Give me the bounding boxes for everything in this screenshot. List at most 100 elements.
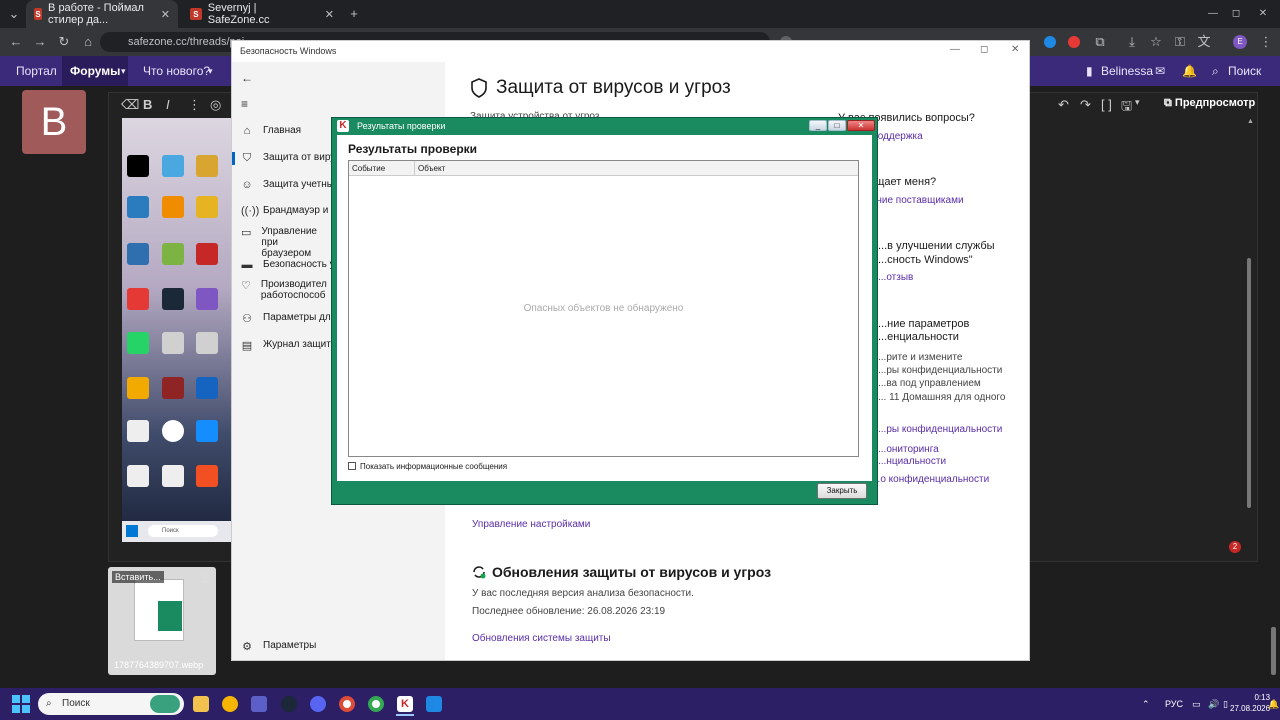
maximize-icon[interactable]: ◻ xyxy=(980,44,988,55)
tab-search-icon[interactable]: ⌄ xyxy=(6,6,22,22)
user-name[interactable]: Belinessa xyxy=(1101,56,1153,86)
feedback-link[interactable]: ...отзыв xyxy=(878,272,913,283)
minimize-icon[interactable]: _ xyxy=(809,120,827,131)
brackets-icon[interactable]: [ ] xyxy=(1101,97,1112,112)
nav-forums[interactable]: Форумы xyxy=(62,56,129,86)
minimize-icon[interactable]: — xyxy=(950,44,960,55)
translate-icon[interactable]: 文 xyxy=(1196,34,1212,50)
chrome-icon[interactable] xyxy=(339,696,355,712)
inbox-icon[interactable]: ✉ xyxy=(1155,56,1165,86)
editor-scrollbar[interactable]: ▲ xyxy=(1246,118,1254,538)
nav-whats-new[interactable]: Что нового? xyxy=(143,56,210,86)
active-app-indicator xyxy=(396,714,414,716)
steam-icon[interactable] xyxy=(281,696,297,712)
column-header-object[interactable]: Объект xyxy=(415,161,858,176)
bookmark-star-icon[interactable]: ☆ xyxy=(1148,34,1164,50)
close-tab-icon[interactable]: ✕ xyxy=(161,8,170,21)
undo-icon[interactable]: ↶ xyxy=(1058,97,1069,113)
nav-portal[interactable]: Портал xyxy=(16,56,57,86)
redo-icon[interactable]: ↷ xyxy=(1080,97,1091,113)
bell-icon[interactable]: 🔔 xyxy=(1182,56,1197,86)
key-icon[interactable]: ⚿ xyxy=(1172,34,1188,50)
volume-icon[interactable]: 🔊 xyxy=(1208,699,1219,710)
new-tab-button[interactable]: + xyxy=(346,6,362,22)
kaspersky-logo-icon: K xyxy=(337,120,349,132)
weather-icon[interactable] xyxy=(222,696,238,712)
privacy-settings-link[interactable]: ...ры конфиденциальности xyxy=(878,424,1002,435)
home-icon[interactable]: ⌂ xyxy=(80,34,96,50)
sidebar-item-app-browser[interactable]: ▭ Управление при браузером xyxy=(241,226,326,259)
eraser-icon[interactable]: ⌫ xyxy=(121,97,139,113)
reload-icon[interactable]: ↻ xyxy=(56,34,72,50)
kaspersky-icon[interactable]: K xyxy=(397,696,413,712)
browser-tab-1[interactable]: S В работе - Поймал стилер да... ✕ xyxy=(26,0,178,28)
menu-kebab-icon[interactable]: ⋮ xyxy=(1258,34,1274,50)
palette-icon[interactable]: ◎ xyxy=(210,97,221,113)
updates-title: Обновления защиты от вирусов и угроз xyxy=(472,564,771,580)
insert-attachment-button[interactable]: Вставить... xyxy=(112,571,164,583)
start-button[interactable] xyxy=(12,695,30,713)
minimize-icon[interactable]: — xyxy=(1205,6,1221,22)
save-draft-icon[interactable]: 🖫 xyxy=(1121,97,1132,119)
tray-chevron-up-icon[interactable]: ⌃ xyxy=(1142,699,1150,710)
profile-avatar[interactable]: E xyxy=(1233,35,1247,49)
maximize-icon[interactable]: ◻ xyxy=(1228,6,1244,22)
close-button[interactable]: Закрыть xyxy=(817,483,867,499)
back-icon[interactable]: ← xyxy=(8,34,24,50)
system-clock[interactable]: 0:13 27.08.2026 xyxy=(1230,692,1270,714)
close-icon[interactable]: ✕ xyxy=(1011,44,1019,55)
file-explorer-icon[interactable] xyxy=(193,696,209,712)
privacy-statement-link[interactable]: ...о конфиденциальности xyxy=(872,474,989,485)
extension-icon[interactable] xyxy=(1044,36,1056,48)
notification-badge[interactable]: 2 xyxy=(1229,541,1241,553)
teams-icon[interactable] xyxy=(251,696,267,712)
info-messages-label[interactable]: Показать информационные сообщения xyxy=(360,462,507,471)
manage-settings-link[interactable]: Управление настройками xyxy=(472,519,590,530)
search-icon[interactable]: ⌕ xyxy=(1212,56,1219,86)
italic-icon[interactable]: I xyxy=(166,97,170,112)
forum-search-link[interactable]: Поиск xyxy=(1228,56,1261,86)
delete-icon[interactable]: 🗑 xyxy=(198,571,212,584)
notifications-bell-icon[interactable]: 🔔 xyxy=(1268,699,1279,710)
defender-shield-icon[interactable] xyxy=(426,696,442,712)
close-window-icon[interactable]: ✕ xyxy=(1255,6,1271,22)
forward-icon[interactable]: → xyxy=(32,34,48,50)
bold-icon[interactable]: B xyxy=(143,97,152,112)
network-icon[interactable]: ▭ xyxy=(1192,699,1201,710)
updates-link[interactable]: Обновления системы защиты xyxy=(472,633,611,644)
chevron-down-icon[interactable]: ▾ xyxy=(1135,97,1140,108)
more-format-icon[interactable]: ⋮ xyxy=(188,97,201,113)
back-arrow-icon[interactable]: ← xyxy=(241,71,253,85)
hamburger-menu-icon[interactable]: ≡ xyxy=(241,97,248,111)
maximize-icon[interactable]: □ xyxy=(828,120,846,131)
download-icon[interactable]: ⤓ xyxy=(1124,34,1140,50)
search-icon: ⌕ xyxy=(46,698,52,709)
sidebar-item-settings[interactable]: ⚙ Параметры xyxy=(241,640,441,653)
column-header-event[interactable]: Событие xyxy=(349,161,415,176)
sidebar-item-performance[interactable]: ♡ Производител работоспособ xyxy=(241,279,336,301)
winrar-icon xyxy=(162,377,184,399)
user-avatar-icon[interactable]: ▮ xyxy=(1086,56,1096,86)
privacy-dashboard-link-1[interactable]: ...ониторинга xyxy=(878,444,939,455)
image-file-icon xyxy=(196,332,218,354)
chevron-down-icon[interactable]: ▾ xyxy=(208,56,213,86)
providers-link[interactable]: ...ние поставщиками xyxy=(868,195,964,206)
page-scrollbar-thumb[interactable] xyxy=(1271,627,1276,675)
chevron-down-icon[interactable]: ▾ xyxy=(121,56,126,86)
dialog-heading: Результаты проверки xyxy=(348,142,478,156)
file-icon xyxy=(127,465,149,487)
browser-tab-2[interactable]: S Severnyj | SafeZone.cc ✕ xyxy=(182,0,342,28)
discord-icon[interactable] xyxy=(310,696,326,712)
language-indicator[interactable]: РУС xyxy=(1165,699,1183,709)
close-icon[interactable]: ✕ xyxy=(847,120,875,131)
preview-button[interactable]: ⧉ Предпросмотр xyxy=(1164,97,1255,110)
image-file-icon xyxy=(162,332,184,354)
privacy-dashboard-link-2[interactable]: ...нциальности xyxy=(878,456,946,467)
battery-icon[interactable]: ▯ xyxy=(1223,699,1228,710)
extensions-puzzle-icon[interactable]: ⧉ xyxy=(1092,34,1108,50)
close-tab-icon[interactable]: ✕ xyxy=(325,8,334,21)
info-messages-checkbox[interactable] xyxy=(348,462,356,470)
extension-icon[interactable] xyxy=(1068,36,1080,48)
chrome-profile-icon[interactable] xyxy=(368,696,384,712)
avatar[interactable]: B xyxy=(22,90,86,154)
